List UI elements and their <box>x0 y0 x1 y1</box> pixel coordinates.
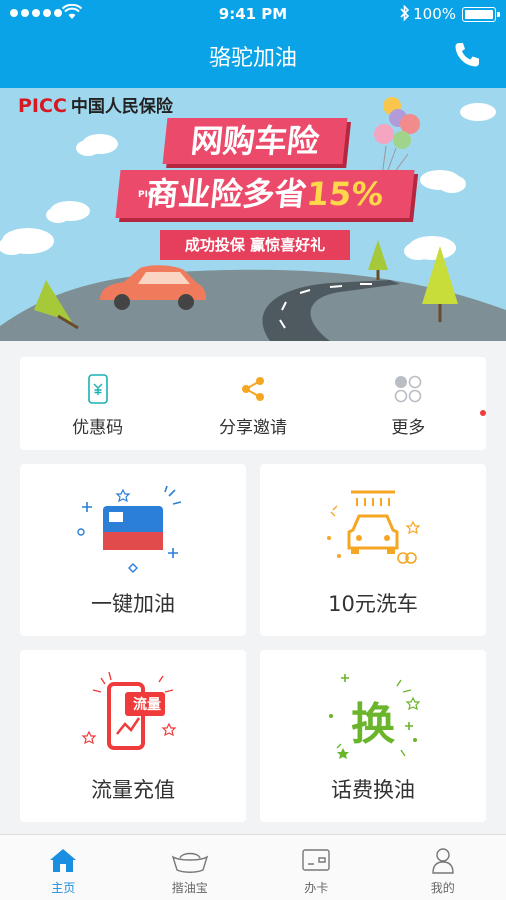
home-icon <box>50 849 77 872</box>
car-wash-icon <box>327 490 421 564</box>
service-card-data[interactable]: 流量 流量充值 <box>20 650 246 822</box>
service-label: 一键加油 <box>91 592 175 616</box>
banner-tagline: 成功投保 赢惊喜好礼 <box>160 230 350 260</box>
quick-action-more[interactable]: 更多 <box>331 357 486 450</box>
tab-label: 揩油宝 <box>171 881 208 895</box>
brand-name: PICC <box>18 95 67 117</box>
coupon-icon <box>87 374 108 404</box>
quick-action-label: 优惠码 <box>72 418 124 438</box>
bluetooth-icon <box>400 4 410 22</box>
promo-banner[interactable]: PICC 中国人民保险 网购车险 商业险多省15% 成功投保 赢惊喜好礼 PICC <box>0 88 506 341</box>
tab-home[interactable]: 主页 <box>0 835 127 900</box>
tab-label: 我的 <box>430 881 455 895</box>
battery-icon <box>462 7 500 22</box>
banner-subheadline-text: 商业险多省 <box>144 175 309 213</box>
top-bar: 9:41 PM 100% 骆驼加油 <box>0 0 506 88</box>
tab-profile[interactable]: 我的 <box>380 835 506 900</box>
car-label: PICC <box>138 190 162 200</box>
exchange-badge: 换 <box>351 699 395 750</box>
tab-ingot[interactable]: 揩油宝 <box>127 835 254 900</box>
service-card-carwash[interactable]: 10元洗车 <box>260 464 486 636</box>
quick-actions: 优惠码 分享邀请 更多 <box>20 357 486 450</box>
quick-action-label: 分享邀请 <box>218 418 287 438</box>
quick-action-coupon[interactable]: 优惠码 <box>20 357 175 450</box>
quick-action-label: 更多 <box>391 418 426 438</box>
status-bar: 9:41 PM 100% <box>0 0 506 28</box>
service-label: 流量充值 <box>91 778 175 802</box>
data-badge: 流量 <box>133 697 161 713</box>
tab-card[interactable]: 办卡 <box>253 835 380 900</box>
more-icon <box>395 375 422 403</box>
notification-dot <box>479 410 486 416</box>
quick-action-share[interactable]: 分享邀请 <box>175 357 330 450</box>
share-icon <box>241 377 264 401</box>
tab-label: 主页 <box>51 881 76 895</box>
brand-name-cn: 中国人民保险 <box>70 97 173 117</box>
service-label: 10元洗车 <box>328 592 418 616</box>
ingot-icon <box>171 852 208 873</box>
service-card-exchange[interactable]: 换 话费换油 <box>260 650 486 822</box>
page-title: 骆驼加油 <box>208 46 297 71</box>
service-card-fuel[interactable]: 一键加油 <box>20 464 246 636</box>
card-icon <box>302 849 330 871</box>
tab-bar: 主页 揩油宝 办卡 我的 <box>0 834 506 900</box>
tab-label: 办卡 <box>304 881 329 895</box>
data-topup-icon <box>81 671 177 750</box>
fuel-card-icon <box>77 485 182 573</box>
battery-percent: 100% <box>413 5 456 23</box>
banner-discount: 15% <box>304 175 386 213</box>
service-label: 话费换油 <box>331 778 415 802</box>
banner-headline: 网购车险 <box>162 118 348 164</box>
phone-icon[interactable] <box>452 40 482 70</box>
profile-icon <box>432 848 454 874</box>
picc-logo: PICC 中国人民保险 <box>18 92 173 117</box>
